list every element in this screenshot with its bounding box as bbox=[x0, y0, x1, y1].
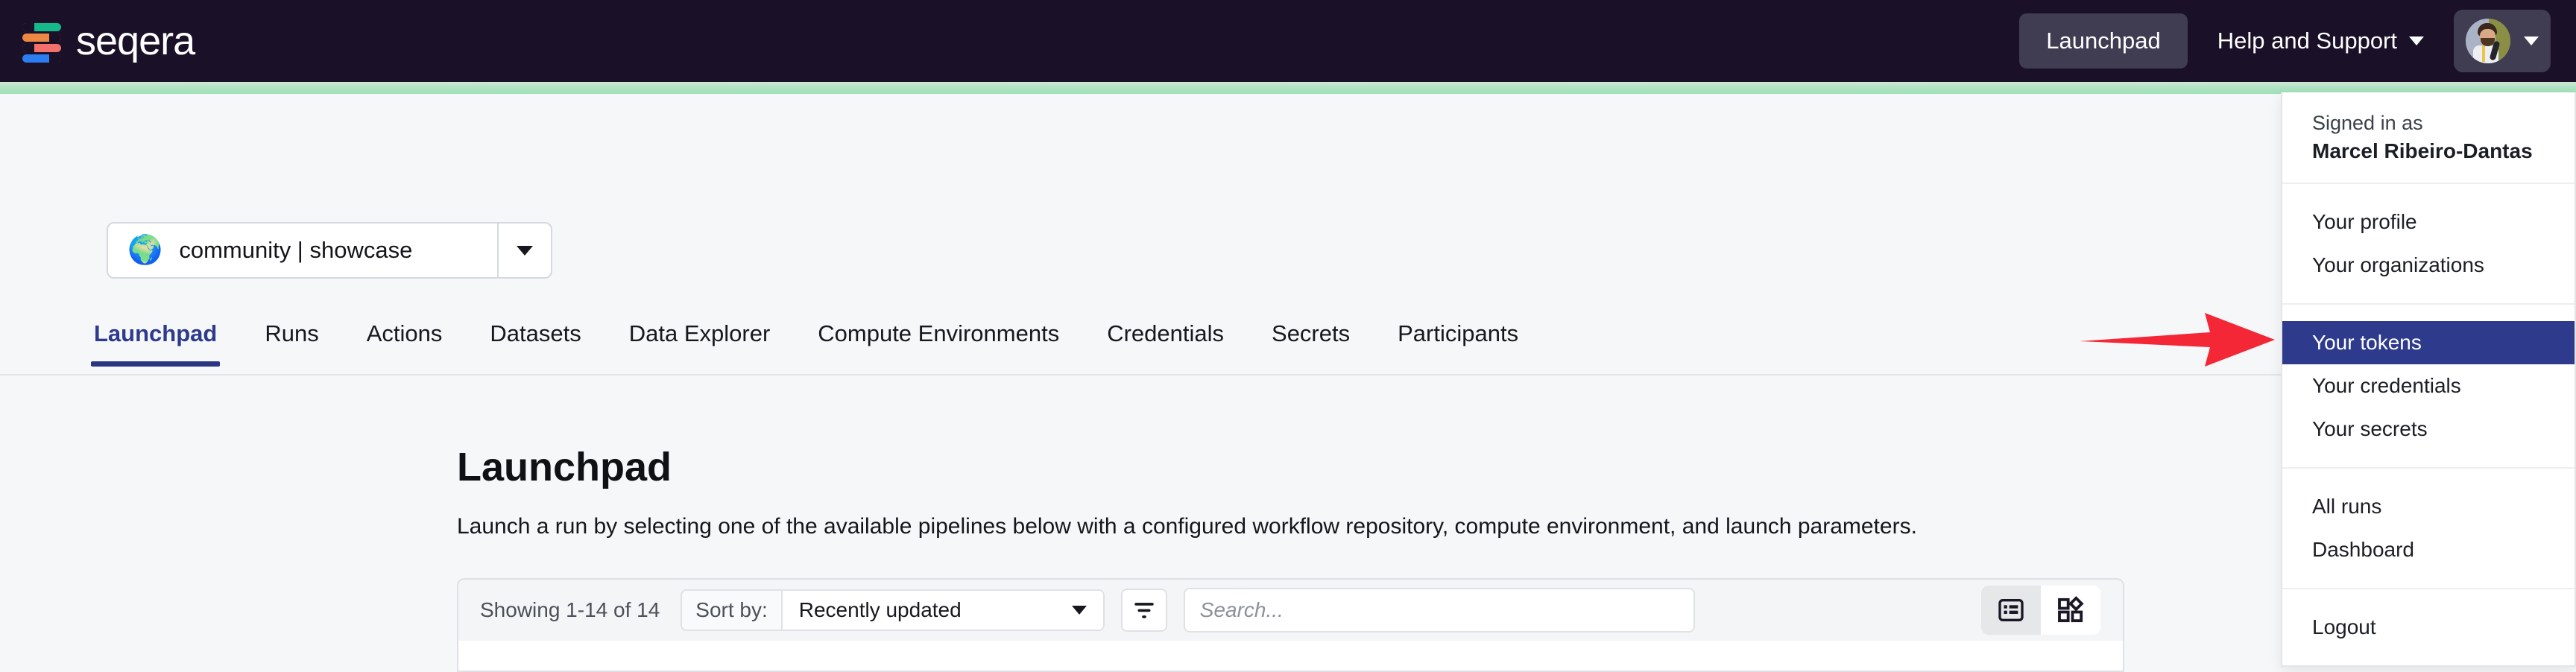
list-view-button[interactable] bbox=[1981, 586, 2041, 635]
menu-section-credentials: Your tokens Your credentials Your secret… bbox=[2282, 305, 2575, 469]
pipeline-list-container bbox=[457, 641, 2124, 672]
showing-count: Showing 1-14 of 14 bbox=[480, 598, 660, 622]
sort-control: Sort by: Recently updated bbox=[681, 589, 1104, 631]
menu-item-your-secrets[interactable]: Your secrets bbox=[2282, 408, 2575, 451]
tab-datasets[interactable]: Datasets bbox=[490, 313, 581, 367]
menu-item-logout[interactable]: Logout bbox=[2282, 606, 2575, 649]
workspace-name: community | showcase bbox=[179, 237, 412, 264]
sort-by-label: Sort by: bbox=[682, 598, 780, 622]
tab-runs[interactable]: Runs bbox=[265, 313, 318, 367]
globe-icon: 🌍 bbox=[127, 236, 162, 264]
help-and-support-menu[interactable]: Help and Support bbox=[2217, 28, 2424, 54]
workspace-selector[interactable]: 🌍 community | showcase bbox=[107, 222, 552, 279]
user-dropdown-menu: Signed in as Marcel Ribeiro-Dantas Your … bbox=[2281, 92, 2576, 667]
page-description: Launch a run by selecting one of the ava… bbox=[457, 514, 1917, 539]
brand-wordmark: seqera bbox=[76, 18, 195, 64]
tab-data-explorer[interactable]: Data Explorer bbox=[629, 313, 771, 367]
filter-icon bbox=[1131, 597, 1157, 623]
tab-launchpad[interactable]: Launchpad bbox=[94, 313, 217, 367]
sort-by-value: Recently updated bbox=[799, 598, 962, 622]
menu-section-identity: Signed in as Marcel Ribeiro-Dantas bbox=[2282, 92, 2575, 184]
chevron-down-icon[interactable] bbox=[499, 246, 551, 256]
tab-secrets[interactable]: Secrets bbox=[1272, 313, 1350, 367]
menu-item-your-organizations[interactable]: Your organizations bbox=[2282, 244, 2575, 287]
top-navigation-bar: seqera Launchpad Help and Support bbox=[0, 0, 2576, 82]
top-nav-actions: Launchpad Help and Support bbox=[2019, 10, 2551, 72]
chevron-down-icon bbox=[2524, 37, 2539, 45]
brand-logo[interactable]: seqera bbox=[22, 18, 195, 64]
page-title: Launchpad bbox=[457, 444, 672, 490]
tab-actions[interactable]: Actions bbox=[367, 313, 443, 367]
avatar bbox=[2466, 19, 2510, 63]
menu-section-session: Logout bbox=[2282, 589, 2575, 665]
menu-item-all-runs[interactable]: All runs bbox=[2282, 485, 2575, 528]
tab-compute-environments[interactable]: Compute Environments bbox=[818, 313, 1059, 367]
menu-section-account: Your profile Your organizations bbox=[2282, 184, 2575, 305]
view-mode-toggle bbox=[1981, 586, 2100, 635]
signed-in-as-label: Signed in as bbox=[2282, 109, 2575, 135]
menu-item-your-tokens[interactable]: Your tokens bbox=[2282, 321, 2575, 364]
signed-in-user-name: Marcel Ribeiro-Dantas bbox=[2282, 135, 2575, 166]
sort-by-select[interactable]: Recently updated bbox=[781, 591, 1103, 630]
annotation-arrow-icon bbox=[2080, 304, 2303, 375]
tab-participants[interactable]: Participants bbox=[1398, 313, 1518, 367]
launchpad-toolbar: Showing 1-14 of 14 Sort by: Recently upd… bbox=[457, 578, 2124, 641]
menu-item-your-credentials[interactable]: Your credentials bbox=[2282, 364, 2575, 408]
seqera-logo-icon bbox=[22, 20, 64, 62]
menu-item-dashboard[interactable]: Dashboard bbox=[2282, 528, 2575, 571]
accent-strip bbox=[0, 82, 2576, 94]
user-avatar-menu-button[interactable] bbox=[2454, 10, 2551, 72]
filter-button[interactable] bbox=[1121, 589, 1167, 632]
menu-section-runs: All runs Dashboard bbox=[2282, 469, 2575, 589]
grid-view-button[interactable] bbox=[2041, 586, 2100, 635]
help-and-support-label: Help and Support bbox=[2217, 28, 2397, 54]
search-box[interactable] bbox=[1184, 588, 1695, 633]
launchpad-button[interactable]: Launchpad bbox=[2019, 13, 2187, 69]
tab-credentials[interactable]: Credentials bbox=[1107, 313, 1224, 367]
list-view-icon bbox=[1996, 595, 2026, 625]
search-input[interactable] bbox=[1200, 598, 1679, 622]
chevron-down-icon bbox=[1072, 606, 1087, 615]
grid-view-icon bbox=[2056, 595, 2086, 625]
menu-item-your-profile[interactable]: Your profile bbox=[2282, 200, 2575, 244]
chevron-down-icon bbox=[2409, 37, 2424, 45]
